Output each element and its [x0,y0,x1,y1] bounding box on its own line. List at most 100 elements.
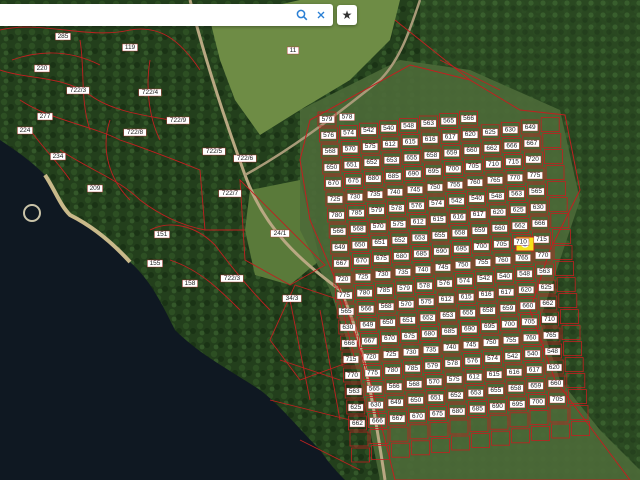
parcel-label[interactable]: 730 [375,271,391,279]
parcel-label[interactable]: 710 [513,238,530,246]
parcel-label[interactable]: 119 [122,43,138,52]
parcel-label[interactable]: 740 [387,188,403,197]
parcel-label[interactable]: 655 [488,387,504,395]
parcel-label[interactable]: 620 [462,130,478,139]
parcel-label[interactable]: 548 [516,270,533,278]
parcel-label[interactable]: 685 [385,172,402,181]
parcel-label[interactable]: 625 [538,283,554,292]
parcel-label[interactable]: 765 [487,176,503,185]
parcel-label[interactable]: 655 [432,231,448,240]
parcel-label[interactable]: 548 [400,122,417,130]
parcel-label[interactable]: 775 [336,291,353,300]
parcel-label[interactable]: 651 [428,394,444,402]
parcel-label[interactable]: 730 [347,193,363,201]
parcel-label[interactable]: 695 [509,400,526,408]
parcel-label[interactable]: 565 [528,187,545,196]
parcel-label[interactable]: 540 [380,124,397,133]
parcel-label[interactable]: 653 [412,234,428,242]
parcel-label[interactable]: 579 [368,206,385,215]
parcel-label[interactable]: 612 [466,373,482,381]
parcel-label[interactable]: 660 [520,302,536,310]
parcel-label[interactable]: 775 [527,171,543,180]
parcel-label[interactable]: 574 [484,355,501,363]
parcel-label[interactable]: 680 [421,330,438,338]
parcel-label[interactable]: 612 [382,140,398,149]
parcel-label[interactable]: 662 [512,222,528,230]
parcel-label[interactable]: 625 [482,128,498,137]
parcel-label[interactable]: 615 [486,371,502,379]
parcel-label[interactable]: 700 [473,242,490,251]
parcel-label[interactable]: 722/8 [123,128,147,137]
parcel-label[interactable]: 563 [508,190,525,198]
parcel-label[interactable]: 690 [489,403,506,411]
parcel-label[interactable]: 575 [362,142,378,151]
parcel-label[interactable]: 725 [355,273,371,281]
parcel-label[interactable]: 650 [352,241,368,249]
parcel-label[interactable]: 575 [390,220,406,229]
parcel-label[interactable]: 675 [401,332,418,340]
parcel-label[interactable]: 660 [464,146,480,155]
parcel-label[interactable]: 277 [37,112,53,121]
parcel-label[interactable]: 630 [340,323,356,332]
parcel-label[interactable]: 563 [346,387,362,396]
close-icon[interactable] [313,7,329,23]
parcel-label[interactable]: 750 [427,183,443,192]
parcel-label[interactable]: 34/3 [282,294,302,303]
parcel-label[interactable]: 151 [154,230,170,239]
parcel-label[interactable]: 658 [480,307,496,315]
parcel-label[interactable]: 715 [343,355,359,364]
parcel-label[interactable]: 285 [55,32,71,41]
parcel-label[interactable]: 617 [470,210,486,219]
parcel-label[interactable]: 617 [498,288,514,296]
parcel-label[interactable]: 540 [496,272,513,280]
parcel-label[interactable]: 579 [396,284,413,292]
parcel-label[interactable]: 659 [472,226,488,235]
parcel-label[interactable]: 785 [404,364,421,372]
parcel-label[interactable]: 653 [440,311,456,320]
parcel-label[interactable]: 720 [363,353,379,361]
parcel-label[interactable]: 710 [485,160,502,169]
parcel-label[interactable]: 615 [458,293,474,301]
parcel-label[interactable]: 616 [450,213,466,221]
parcel-label[interactable]: 570 [426,378,442,386]
parcel-label[interactable]: 616 [422,135,438,144]
parcel-label[interactable]: 755 [447,181,463,189]
parcel-label[interactable]: 666 [532,219,548,228]
parcel-label[interactable]: 576 [320,131,337,140]
parcel-label[interactable]: 649 [388,399,404,407]
parcel-label[interactable]: 158 [182,279,198,288]
parcel-label[interactable]: 666 [504,142,520,150]
parcel-label[interactable]: 24/1 [270,229,290,238]
parcel-label[interactable]: 575 [446,375,462,384]
parcel-label[interactable]: 685 [413,250,430,258]
parcel-label[interactable]: 722/7 [218,189,242,198]
parcel-label[interactable]: 770 [344,371,361,380]
parcel-label[interactable]: 710 [541,315,558,324]
parcel-label[interactable]: 740 [443,343,459,352]
parcel-label[interactable]: 690 [461,325,478,333]
parcel-label[interactable]: 578 [416,282,433,290]
parcel-label[interactable]: 700 [529,398,546,406]
parcel-label[interactable]: 715 [533,235,550,244]
parcel-label[interactable]: 548 [544,347,561,356]
parcel-label[interactable]: 548 [488,192,505,201]
parcel-label[interactable]: 563 [420,119,437,128]
parcel-label[interactable]: 755 [475,259,491,267]
parcel-label[interactable]: 722/3 [220,274,244,283]
parcel-label[interactable]: 666 [341,339,358,348]
parcel-label[interactable]: 705 [549,395,566,404]
parcel-label[interactable]: 659 [528,382,544,390]
parcel-label[interactable]: 785 [348,209,365,217]
parcel-label[interactable]: 680 [365,174,382,183]
parcel-label[interactable]: 722/5 [202,147,226,156]
parcel-label[interactable]: 615 [430,215,446,224]
parcel-label[interactable]: 568 [406,380,422,388]
search-input[interactable] [6,7,290,25]
parcel-label[interactable]: 720 [525,155,542,164]
parcel-label[interactable]: 570 [370,222,386,231]
parcel-label[interactable]: 652 [420,314,436,322]
parcel-label[interactable]: 566 [460,114,477,123]
parcel-label[interactable]: 658 [508,384,524,392]
parcel-label[interactable]: 675 [429,410,446,418]
parcel-label[interactable]: 579 [319,115,335,124]
